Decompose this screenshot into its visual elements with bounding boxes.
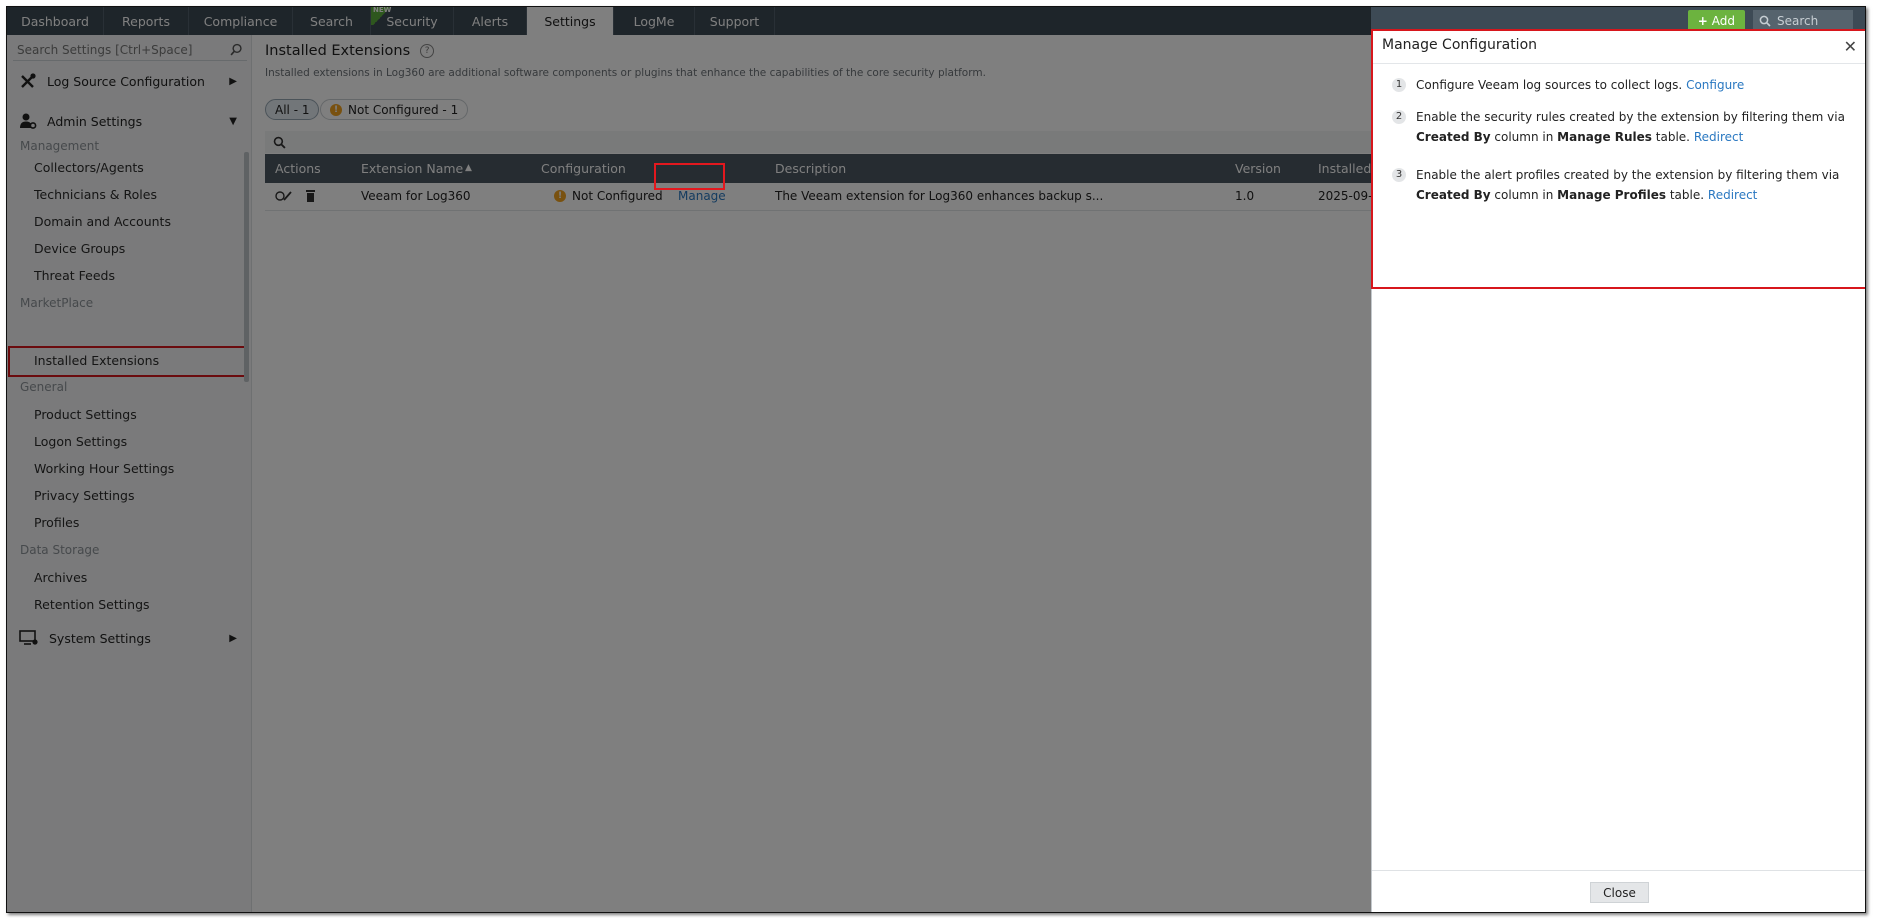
step-2-post: table. xyxy=(1655,130,1690,144)
config-step-2: 2 Enable the security rules created by t… xyxy=(1392,107,1852,147)
step-text: Configure Veeam log sources to collect l… xyxy=(1416,75,1744,95)
step-3-created-by: Created By xyxy=(1416,188,1491,202)
step-text: Enable the security rules created by the… xyxy=(1416,107,1852,147)
redirect-rules-link[interactable]: Redirect xyxy=(1694,130,1744,144)
manage-link-highlight xyxy=(654,163,725,190)
config-step-3: 3 Enable the alert profiles created by t… xyxy=(1392,165,1852,205)
modal-backdrop[interactable] xyxy=(7,7,1371,912)
step-2-manage-rules: Manage Rules xyxy=(1557,130,1652,144)
plus-icon: + xyxy=(1697,13,1708,28)
step-1-text: Configure Veeam log sources to collect l… xyxy=(1416,78,1683,92)
step-2-pre: Enable the security rules created by the… xyxy=(1416,110,1845,124)
add-button[interactable]: + Add xyxy=(1687,10,1745,31)
panel-footer: Close xyxy=(1372,870,1865,912)
step-number: 2 xyxy=(1392,110,1406,124)
search-icon xyxy=(1759,15,1771,27)
step-number: 3 xyxy=(1392,168,1406,182)
step-2-created-by: Created By xyxy=(1416,130,1491,144)
manage-configuration-panel: Manage Configuration ✕ 1 Configure Veeam… xyxy=(1371,29,1865,912)
global-search-input[interactable]: Search xyxy=(1753,10,1853,31)
close-button[interactable]: Close xyxy=(1590,882,1649,903)
step-2-mid: column in xyxy=(1494,130,1554,144)
redirect-profiles-link[interactable]: Redirect xyxy=(1708,188,1758,202)
add-button-label: Add xyxy=(1711,13,1735,28)
step-3-mid: column in xyxy=(1494,188,1554,202)
step-3-pre: Enable the alert profiles created by the… xyxy=(1416,168,1840,182)
close-icon[interactable]: ✕ xyxy=(1844,37,1857,56)
panel-divider xyxy=(1372,63,1865,64)
global-search-placeholder: Search xyxy=(1777,13,1819,28)
step-number: 1 xyxy=(1392,78,1406,92)
top-actions: + Add Search xyxy=(1687,10,1853,31)
step-3-manage-profiles: Manage Profiles xyxy=(1557,188,1667,202)
panel-title: Manage Configuration xyxy=(1382,37,1538,53)
config-step-1: 1 Configure Veeam log sources to collect… xyxy=(1392,75,1852,95)
app-window: Dashboard Reports Compliance Search NEW … xyxy=(6,6,1866,913)
configure-link[interactable]: Configure xyxy=(1686,78,1744,92)
step-text: Enable the alert profiles created by the… xyxy=(1416,165,1852,205)
step-3-post: table. xyxy=(1669,188,1705,202)
